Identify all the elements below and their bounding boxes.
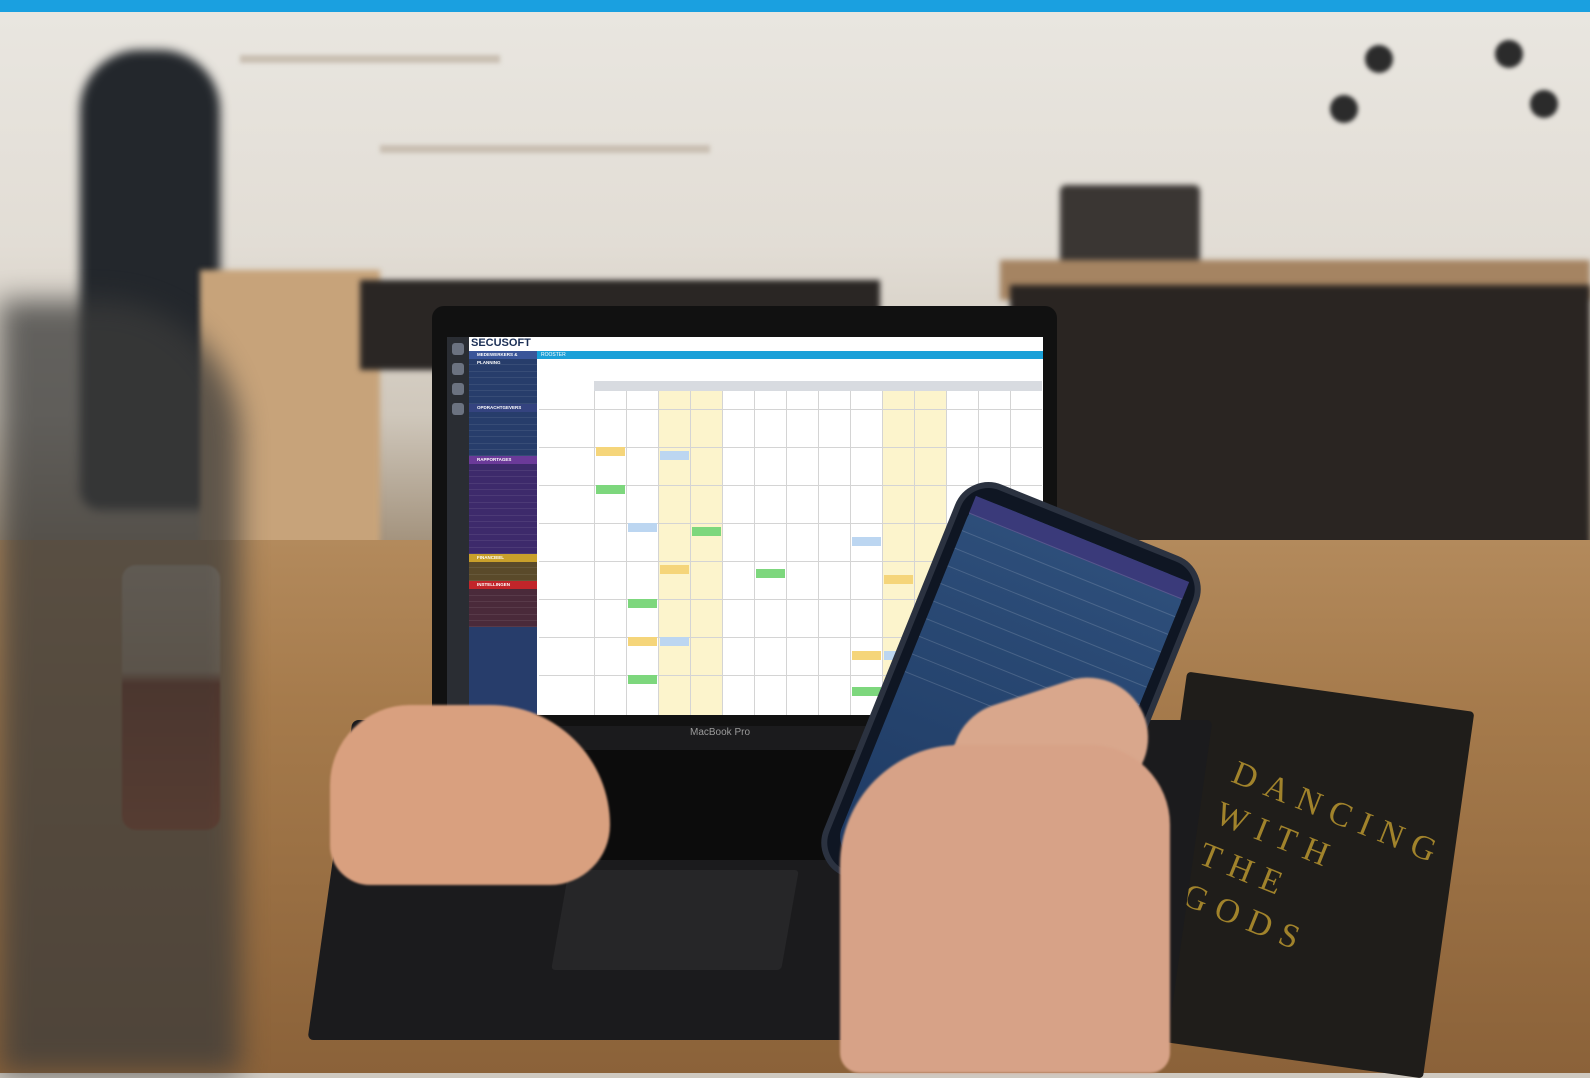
wall-shelf [240,55,500,63]
sidebar: MEDEWERKERS & PLANNING OPDRACHTGEVERS RA… [469,351,537,715]
wall-lamp-icon [1530,90,1558,118]
shift-event[interactable] [660,565,689,574]
page-title: ROOSTER [537,351,1043,359]
calendar-column[interactable] [786,391,819,715]
calendar-column[interactable] [626,391,659,715]
app-dock [447,337,469,715]
right-hand [840,745,1170,1073]
shift-event[interactable] [596,485,625,494]
shift-event[interactable] [660,637,689,646]
sidebar-section[interactable]: FINANCIEEL [469,553,537,562]
shift-event[interactable] [692,527,721,536]
shift-event[interactable] [884,575,913,584]
wall-lamp-icon [1365,45,1393,73]
wall-lamp-icon [1495,40,1523,68]
calendar-column[interactable] [818,391,851,715]
wall-shelf [380,145,710,153]
calendar-column[interactable] [850,391,883,715]
sidebar-section[interactable]: MEDEWERKERS & PLANNING [469,351,537,365]
calendar-column[interactable] [754,391,787,715]
shift-event[interactable] [660,451,689,460]
shift-event[interactable] [628,675,657,684]
dock-app-icon[interactable] [452,403,464,415]
sidebar-section[interactable]: RAPPORTAGES [469,456,537,465]
sidebar-section[interactable]: OPDRACHTGEVERS [469,403,537,412]
shift-event[interactable] [852,537,881,546]
calendar-column[interactable] [594,391,627,715]
sidebar-section[interactable]: INSTELLINGEN [469,581,537,590]
app-header [537,337,1043,351]
shift-event[interactable] [628,637,657,646]
dock-app-icon[interactable] [452,383,464,395]
dock-app-icon[interactable] [452,363,464,375]
foreground-person-shadow [0,300,240,1073]
laptop-model-label: MacBook Pro [689,727,751,738]
calendar-column[interactable] [658,391,691,715]
shift-event[interactable] [628,523,657,532]
wall-lamp-icon [1330,95,1358,123]
laptop-trackpad[interactable] [551,870,799,970]
calendar-row [539,409,1042,410]
shift-event[interactable] [628,599,657,608]
shift-event[interactable] [852,651,881,660]
accent-top-bar [0,0,1590,12]
sidebar-item[interactable] [469,621,537,628]
calendar-header [594,381,1042,391]
calendar-column[interactable] [690,391,723,715]
shift-event[interactable] [756,569,785,578]
dock-app-icon[interactable] [452,343,464,355]
shift-event[interactable] [596,447,625,456]
shift-event[interactable] [852,687,881,696]
calendar-column[interactable] [722,391,755,715]
